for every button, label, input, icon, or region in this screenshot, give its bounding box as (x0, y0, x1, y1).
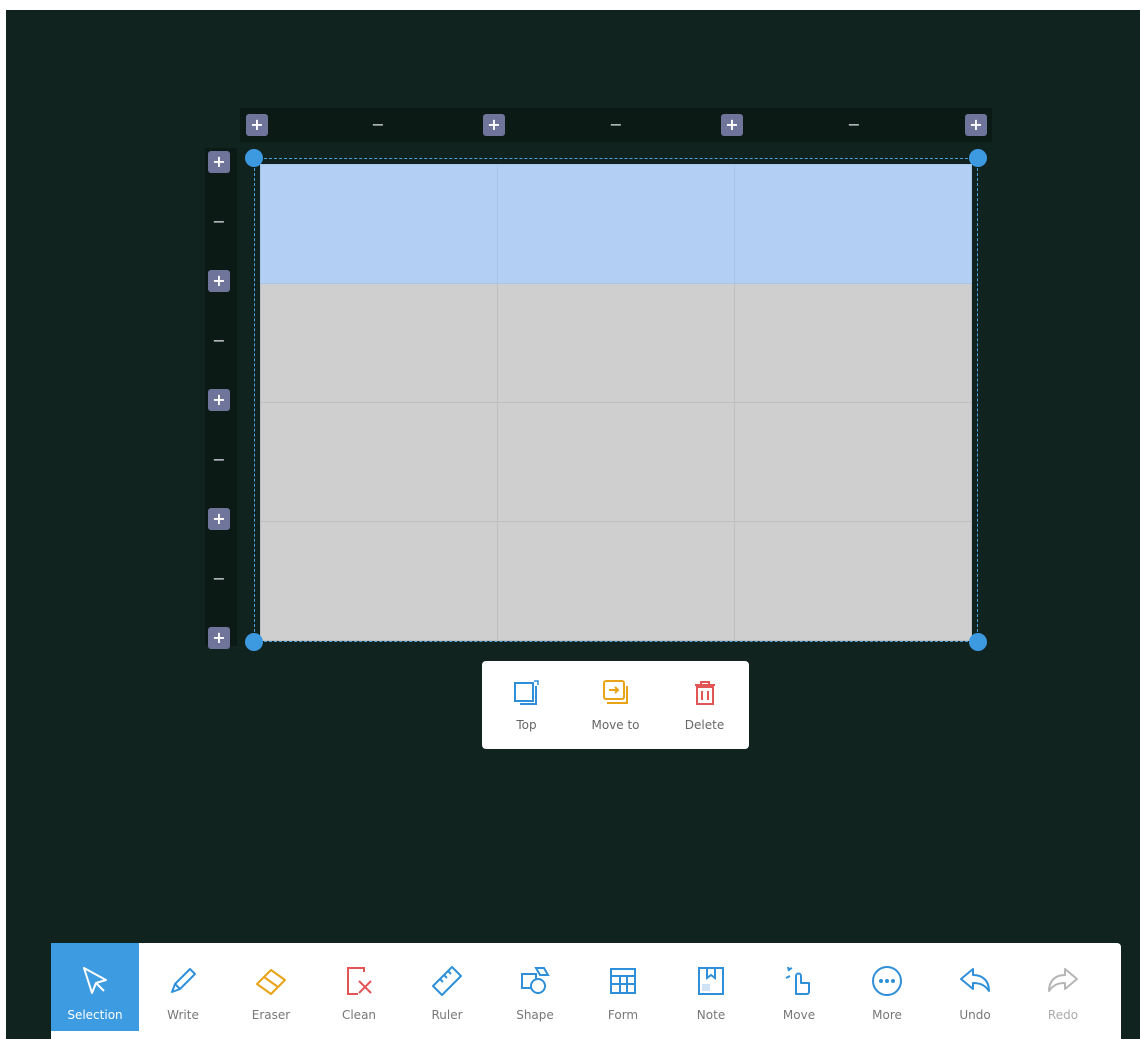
form-tool[interactable]: Form (579, 943, 667, 1031)
move-tool[interactable]: Move (755, 943, 843, 1031)
pen-icon (171, 968, 196, 993)
eraser-label: Eraser (251, 1008, 291, 1022)
move-to-button[interactable]: Move to (581, 678, 651, 732)
note-label: Note (696, 1008, 726, 1022)
top-button[interactable]: Top (492, 678, 562, 732)
add-column-button[interactable]: + (483, 114, 505, 136)
remove-row-button[interactable]: − (208, 449, 230, 471)
undo-tool[interactable]: Undo (931, 943, 1019, 1031)
add-row-button[interactable]: + (208, 151, 230, 173)
clean-label: Clean (341, 1008, 377, 1022)
add-column-button[interactable]: + (246, 114, 268, 136)
delete-button[interactable]: Delete (670, 678, 740, 732)
redo-icon (1048, 968, 1078, 992)
table-cell[interactable] (734, 164, 972, 284)
table-cell[interactable] (497, 521, 735, 641)
table-cell[interactable] (497, 283, 735, 403)
column-controls: + − + − + − + (240, 108, 992, 142)
table-cell[interactable] (260, 402, 498, 522)
selected-table[interactable] (254, 158, 978, 642)
write-tool[interactable]: Write (139, 943, 227, 1031)
more-tool[interactable]: More (843, 943, 931, 1031)
table-cell[interactable] (734, 283, 972, 403)
remove-row-button[interactable]: − (208, 211, 230, 233)
note-tool[interactable]: Note (667, 943, 755, 1031)
top-label: Top (516, 718, 537, 732)
redo-tool[interactable]: Redo (1019, 943, 1107, 1031)
shape-icon (521, 967, 550, 994)
table-cell[interactable] (260, 521, 498, 641)
table-row (260, 402, 972, 522)
row-controls: + − + − + − + − + (205, 148, 237, 649)
add-column-button[interactable]: + (721, 114, 743, 136)
remove-column-button[interactable]: − (843, 114, 865, 136)
table-cell[interactable] (497, 164, 735, 284)
resize-handle-top-right[interactable] (969, 149, 987, 167)
note-icon (698, 967, 724, 995)
selection-label: Selection (67, 1008, 123, 1022)
resize-handle-bottom-left[interactable] (245, 633, 263, 651)
move-to-label: Move to (591, 718, 640, 732)
more-icon (872, 966, 902, 996)
form-label: Form (607, 1008, 639, 1022)
ruler-label: Ruler (431, 1008, 463, 1022)
add-row-button[interactable]: + (208, 389, 230, 411)
write-label: Write (167, 1008, 199, 1022)
table-cell[interactable] (260, 283, 498, 403)
move-label: Move (782, 1008, 816, 1022)
bottom-toolbar: Selection Write Eraser Clean Ruler Shape… (51, 943, 1121, 1039)
table-cell[interactable] (734, 402, 972, 522)
redo-label: Redo (1047, 1008, 1079, 1022)
add-row-button[interactable]: + (208, 508, 230, 530)
shape-tool[interactable]: Shape (491, 943, 579, 1031)
cursor-arrow-icon (83, 967, 107, 994)
delete-label: Delete (684, 718, 725, 732)
remove-row-button[interactable]: − (208, 568, 230, 590)
undo-icon (960, 968, 990, 992)
table-grid (260, 164, 972, 641)
table-cell[interactable] (734, 521, 972, 641)
trash-icon (694, 681, 715, 705)
eraser-icon (256, 969, 286, 995)
add-row-button[interactable]: + (208, 627, 230, 649)
remove-column-button[interactable]: − (605, 114, 627, 136)
table-cell[interactable] (260, 164, 498, 284)
ruler-tool[interactable]: Ruler (403, 943, 491, 1031)
table-row (260, 283, 972, 403)
eraser-tool[interactable]: Eraser (227, 943, 315, 1031)
selection-context-menu: Top Move to Delete (482, 661, 749, 749)
bring-to-top-icon (513, 680, 539, 705)
shape-label: Shape (516, 1008, 554, 1022)
selection-tool[interactable]: Selection (51, 943, 139, 1031)
add-row-button[interactable]: + (208, 270, 230, 292)
table-row (260, 164, 972, 284)
resize-handle-bottom-right[interactable] (969, 633, 987, 651)
resize-handle-top-left[interactable] (245, 149, 263, 167)
more-label: More (872, 1008, 902, 1022)
ruler-icon (432, 966, 462, 996)
add-column-button[interactable]: + (965, 114, 987, 136)
undo-label: Undo (959, 1008, 991, 1022)
clean-page-icon (347, 967, 372, 995)
table-cell[interactable] (497, 402, 735, 522)
move-to-icon (602, 680, 628, 704)
hand-move-icon (785, 966, 810, 995)
table-icon (610, 968, 636, 994)
remove-row-button[interactable]: − (208, 330, 230, 352)
remove-column-button[interactable]: − (367, 114, 389, 136)
clean-tool[interactable]: Clean (315, 943, 403, 1031)
table-row (260, 521, 972, 641)
